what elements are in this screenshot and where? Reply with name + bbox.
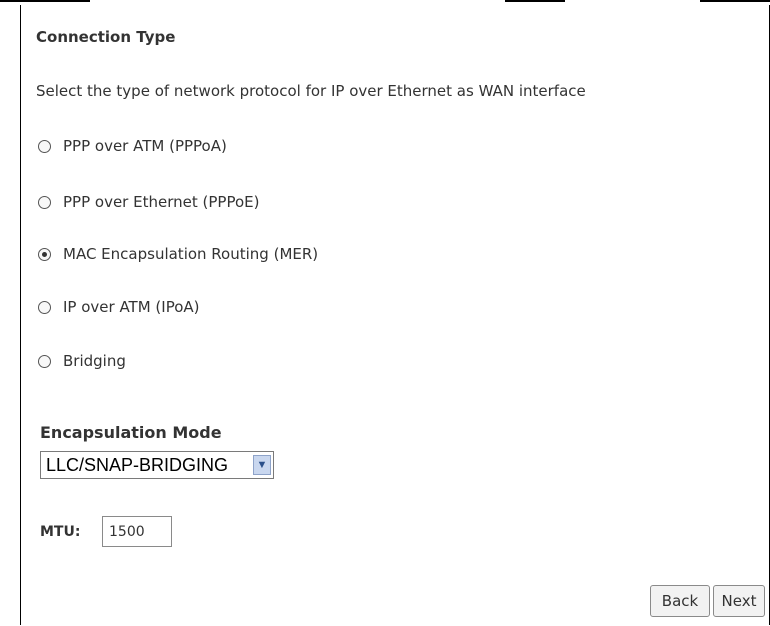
encapsulation-mode-value: LLC/SNAP-BRIDGING — [46, 455, 229, 475]
radio-option-ipoa[interactable]: IP over ATM (IPoA) — [38, 297, 200, 317]
radio-button-mer[interactable] — [38, 247, 51, 261]
radio-option-mer[interactable]: MAC Encapsulation Routing (MER) — [38, 244, 318, 264]
radio-option-bridging[interactable]: Bridging — [38, 351, 126, 371]
back-button[interactable]: Back — [650, 585, 710, 617]
chevron-down-icon[interactable]: ▼ — [253, 455, 271, 475]
radio-label-mer: MAC Encapsulation Routing (MER) — [63, 245, 319, 263]
radio-label-ipoa: IP over ATM (IPoA) — [63, 298, 200, 316]
radio-button-pppoe[interactable] — [38, 195, 51, 209]
radio-button-bridging[interactable] — [38, 354, 51, 368]
radio-option-pppoa[interactable]: PPP over ATM (PPPoA) — [38, 136, 227, 156]
cropped-header-fragment — [0, 0, 90, 2]
radio-button-pppoa[interactable] — [38, 139, 51, 153]
mtu-label: MTU: — [40, 524, 81, 540]
connection-type-description: Select the type of network protocol for … — [36, 82, 586, 100]
mtu-input[interactable]: 1500 — [102, 516, 172, 547]
connection-type-title: Connection Type — [36, 28, 176, 46]
next-button[interactable]: Next — [713, 585, 765, 617]
encapsulation-mode-title: Encapsulation Mode — [40, 423, 222, 442]
radio-button-ipoa[interactable] — [38, 300, 51, 314]
cropped-header-fragment — [700, 0, 770, 2]
cropped-header-fragment — [505, 0, 565, 2]
radio-label-pppoa: PPP over ATM (PPPoA) — [63, 137, 227, 155]
radio-option-pppoe[interactable]: PPP over Ethernet (PPPoE) — [38, 192, 259, 212]
encapsulation-mode-select[interactable]: LLC/SNAP-BRIDGING ▼ — [40, 451, 274, 479]
radio-label-bridging: Bridging — [63, 352, 126, 370]
radio-label-pppoe: PPP over Ethernet (PPPoE) — [63, 193, 260, 211]
